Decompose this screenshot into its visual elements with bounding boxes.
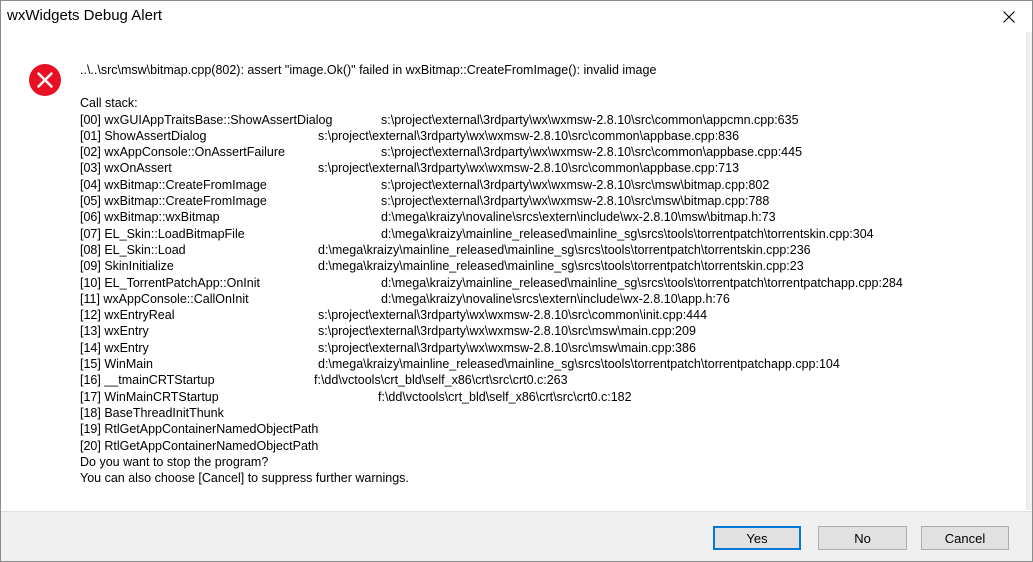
callstack-frame: [10] EL_TorrentPatchApp::OnInit d:\mega\… xyxy=(80,275,1010,291)
frame-name: [08] EL_Skin::Load xyxy=(80,242,186,257)
frame-location: d:\mega\kraizy\mainline_released\mainlin… xyxy=(381,226,874,241)
frame-location: s:\project\external\3rdparty\wx\wxmsw-2.… xyxy=(318,161,740,176)
frame-name: [05] wxBitmap::CreateFromImage xyxy=(80,194,267,209)
callstack-frame: [13] wxEntry s:\project\external\3rdpart… xyxy=(80,323,1010,339)
callstack-frame: [05] wxBitmap::CreateFromImage s:\projec… xyxy=(80,193,1010,209)
frame-name: [15] WinMain xyxy=(80,357,153,372)
callstack-list: [00] wxGUIAppTraitsBase::ShowAssertDialo… xyxy=(80,112,1010,454)
callstack-frame: [14] wxEntry s:\project\external\3rdpart… xyxy=(80,340,1010,356)
callstack-frame: [00] wxGUIAppTraitsBase::ShowAssertDialo… xyxy=(80,112,1010,128)
frame-name: [12] wxEntryReal xyxy=(80,308,175,323)
frame-location: s:\project\external\3rdparty\wx\wxmsw-2.… xyxy=(381,177,770,192)
close-button[interactable] xyxy=(986,1,1032,32)
frame-location: f:\dd\vctools\crt_bld\self_x86\crt\src\c… xyxy=(314,373,568,388)
frame-location: d:\mega\kraizy\novaline\srcs\extern\incl… xyxy=(381,210,776,225)
frame-name: [19] RtlGetAppContainerNamedObjectPath xyxy=(80,422,319,437)
frame-location: d:\mega\kraizy\mainline_released\mainlin… xyxy=(318,242,811,257)
frame-location: s:\project\external\3rdparty\wx\wxmsw-2.… xyxy=(381,112,799,127)
frame-location: f:\dd\vctools\crt_bld\self_x86\crt\src\c… xyxy=(378,389,632,404)
alert-content: ..\..\src\msw\bitmap.cpp(802): assert "i… xyxy=(80,62,1010,486)
callstack-frame: [12] wxEntryReal s:\project\external\3rd… xyxy=(80,307,1010,323)
frame-name: [07] EL_Skin::LoadBitmapFile xyxy=(80,226,245,241)
callstack-label: Call stack: xyxy=(80,96,138,111)
error-icon xyxy=(29,64,61,96)
callstack-frame: [11] wxAppConsole::CallOnInit d:\mega\kr… xyxy=(80,291,1010,307)
frame-name: [11] wxAppConsole::CallOnInit xyxy=(80,291,249,306)
frame-name: [04] wxBitmap::CreateFromImage xyxy=(80,177,267,192)
cancel-button[interactable]: Cancel xyxy=(921,526,1009,550)
callstack-frame: [07] EL_Skin::LoadBitmapFile d:\mega\kra… xyxy=(80,226,1010,242)
frame-location: s:\project\external\3rdparty\wx\wxmsw-2.… xyxy=(318,340,696,355)
callstack-frame: [18] BaseThreadInitThunk xyxy=(80,405,1010,421)
cancel-hint: You can also choose [Cancel] to suppress… xyxy=(80,471,409,486)
callstack-frame: [06] wxBitmap::wxBitmap d:\mega\kraizy\n… xyxy=(80,209,1010,225)
callstack-frame: [17] WinMainCRTStartup f:\dd\vctools\crt… xyxy=(80,389,1010,405)
frame-location: s:\project\external\3rdparty\wx\wxmsw-2.… xyxy=(318,324,696,339)
callstack-frame: [15] WinMain d:\mega\kraizy\mainline_rel… xyxy=(80,356,1010,372)
window-title: wxWidgets Debug Alert xyxy=(7,7,163,24)
callstack-frame: [19] RtlGetAppContainerNamedObjectPath xyxy=(80,421,1010,437)
frame-name: [17] WinMainCRTStartup xyxy=(80,389,219,404)
frame-location: s:\project\external\3rdparty\wx\wxmsw-2.… xyxy=(381,194,770,209)
callstack-frame: [03] wxOnAssert s:\project\external\3rdp… xyxy=(80,160,1010,176)
frame-name: [13] wxEntry xyxy=(80,324,149,339)
frame-location: s:\project\external\3rdparty\wx\wxmsw-2.… xyxy=(381,145,803,160)
frame-name: [01] ShowAssertDialog xyxy=(80,128,207,143)
callstack-frame: [16] __tmainCRTStartup f:\dd\vctools\crt… xyxy=(80,372,1010,388)
frame-location: d:\mega\kraizy\mainline_released\mainlin… xyxy=(318,259,804,274)
no-button[interactable]: No xyxy=(818,526,907,550)
frame-name: [03] wxOnAssert xyxy=(80,161,172,176)
frame-name: [10] EL_TorrentPatchApp::OnInit xyxy=(80,275,260,290)
frame-name: [14] wxEntry xyxy=(80,340,149,355)
frame-name: [02] wxAppConsole::OnAssertFailure xyxy=(80,145,285,160)
callstack-frame: [08] EL_Skin::Load d:\mega\kraizy\mainli… xyxy=(80,242,1010,258)
stop-question: Do you want to stop the program? xyxy=(80,454,269,469)
close-icon xyxy=(1003,10,1015,23)
frame-location: d:\mega\kraizy\mainline_released\mainlin… xyxy=(381,275,903,290)
frame-location: d:\mega\kraizy\novaline\srcs\extern\incl… xyxy=(381,291,730,306)
frame-location: d:\mega\kraizy\mainline_released\mainlin… xyxy=(318,357,840,372)
callstack-frame: [20] RtlGetAppContainerNamedObjectPath xyxy=(80,438,1010,454)
frame-name: [09] SkinInitialize xyxy=(80,259,174,274)
yes-button[interactable]: Yes xyxy=(713,526,801,550)
frame-name: [00] wxGUIAppTraitsBase::ShowAssertDialo… xyxy=(80,112,333,127)
callstack-frame: [02] wxAppConsole::OnAssertFailure s:\pr… xyxy=(80,144,1010,160)
frame-name: [16] __tmainCRTStartup xyxy=(80,373,215,388)
frame-location: s:\project\external\3rdparty\wx\wxmsw-2.… xyxy=(318,128,740,143)
callstack-frame: [09] SkinInitialize d:\mega\kraizy\mainl… xyxy=(80,258,1010,274)
callstack-frame: [01] ShowAssertDialog s:\project\externa… xyxy=(80,128,1010,144)
frame-location: s:\project\external\3rdparty\wx\wxmsw-2.… xyxy=(318,308,708,323)
title-bar[interactable]: wxWidgets Debug Alert xyxy=(1,1,1032,32)
frame-name: [20] RtlGetAppContainerNamedObjectPath xyxy=(80,438,319,453)
frame-name: [18] BaseThreadInitThunk xyxy=(80,405,224,420)
debug-alert-window: wxWidgets Debug Alert ..\..\src\msw\bitm… xyxy=(0,0,1033,562)
callstack-frame: [04] wxBitmap::CreateFromImage s:\projec… xyxy=(80,177,1010,193)
assert-message: ..\..\src\msw\bitmap.cpp(802): assert "i… xyxy=(80,63,657,77)
button-bar: Yes No Cancel xyxy=(1,511,1032,561)
frame-name: [06] wxBitmap::wxBitmap xyxy=(80,210,220,225)
scrollbar[interactable] xyxy=(1026,32,1032,510)
